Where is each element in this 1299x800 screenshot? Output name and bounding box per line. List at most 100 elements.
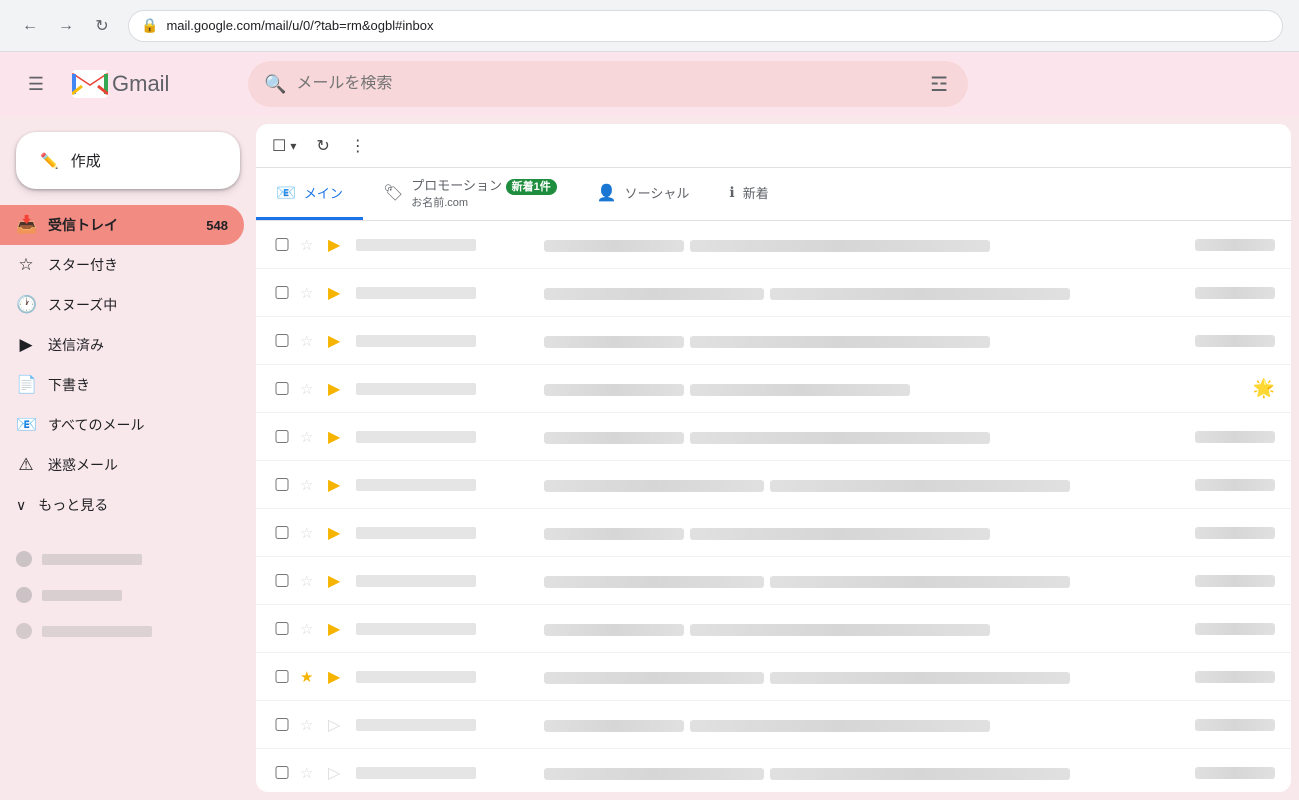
tab-social[interactable]: 👤 ソーシャル bbox=[577, 168, 710, 220]
star-button[interactable]: ☆ bbox=[300, 716, 320, 734]
sidebar-item-spam[interactable]: ⚠ 迷惑メール bbox=[0, 445, 244, 485]
important-marker: ▶ bbox=[328, 571, 348, 591]
star-button[interactable]: ☆ bbox=[300, 428, 320, 446]
email-checkbox[interactable] bbox=[272, 286, 292, 299]
inbox-label: 受信トレイ bbox=[48, 215, 194, 235]
email-body bbox=[544, 765, 1187, 780]
star-button[interactable]: ☆ bbox=[300, 620, 320, 638]
browser-chrome: ← → ↻ 🔒 mail.google.com/mail/u/0/?tab=rm… bbox=[0, 0, 1299, 52]
star-button[interactable]: ☆ bbox=[300, 236, 320, 254]
email-checkbox[interactable] bbox=[272, 574, 292, 587]
tab-main[interactable]: 📧 メイン bbox=[256, 168, 363, 220]
tab-promotions[interactable]: 🏷 プロモーション 新着1件 お名前.com bbox=[363, 168, 577, 220]
email-checkbox[interactable] bbox=[272, 430, 292, 443]
email-sender bbox=[356, 671, 536, 683]
important-marker: ▶ bbox=[328, 331, 348, 351]
snoozed-label: スヌーズ中 bbox=[48, 295, 228, 315]
email-checkbox[interactable] bbox=[272, 670, 292, 683]
refresh-icon: ↻ bbox=[316, 136, 329, 156]
refresh-button[interactable]: ↻ bbox=[308, 130, 337, 162]
email-checkbox[interactable] bbox=[272, 238, 292, 251]
email-sender bbox=[356, 575, 536, 587]
star-button[interactable]: ☆ bbox=[300, 764, 320, 782]
sidebar-item-starred[interactable]: ☆ スター付き bbox=[0, 245, 244, 285]
sidebar-item-all[interactable]: 📧 すべてのメール bbox=[0, 405, 244, 445]
email-meta bbox=[1195, 766, 1275, 780]
email-subject bbox=[544, 237, 684, 252]
tab-new[interactable]: ℹ 新着 bbox=[709, 168, 788, 220]
reload-button[interactable]: ↻ bbox=[88, 12, 116, 40]
label-row-1 bbox=[0, 541, 256, 577]
email-snippet bbox=[770, 285, 1070, 300]
email-emoji: 🌟 bbox=[1253, 378, 1275, 398]
select-all-button[interactable]: ☐ ▾ bbox=[264, 130, 304, 162]
email-row[interactable]: ☆ ▶ bbox=[256, 461, 1291, 509]
email-meta bbox=[1195, 526, 1275, 540]
email-row[interactable]: ☆ ▷ bbox=[256, 701, 1291, 749]
search-input[interactable] bbox=[296, 75, 916, 93]
compose-button[interactable]: ✏️ 作成 bbox=[16, 132, 240, 189]
email-checkbox[interactable] bbox=[272, 718, 292, 731]
email-subject bbox=[544, 765, 764, 780]
promo-tab-content: プロモーション 新着1件 お名前.com bbox=[411, 175, 557, 210]
email-row[interactable]: ☆ ▶ 🌟 bbox=[256, 365, 1291, 413]
email-snippet bbox=[690, 333, 990, 348]
star-button[interactable]: ☆ bbox=[300, 284, 320, 302]
search-icon: 🔍 bbox=[264, 74, 286, 95]
search-bar[interactable]: 🔍 ☲ bbox=[248, 61, 968, 107]
important-marker: ▶ bbox=[328, 379, 348, 399]
email-checkbox[interactable] bbox=[272, 526, 292, 539]
email-toolbar: ☐ ▾ ↻ ⋮ bbox=[256, 124, 1291, 168]
more-button[interactable]: ∨ もっと見る bbox=[0, 485, 256, 525]
email-row[interactable]: ☆ ▶ bbox=[256, 317, 1291, 365]
more-options-button[interactable]: ⋮ bbox=[342, 130, 374, 162]
chevron-down-icon: ∨ bbox=[16, 497, 26, 514]
email-snippet bbox=[690, 237, 990, 252]
gmail-logo: Gmail bbox=[72, 70, 232, 98]
address-bar[interactable]: 🔒 mail.google.com/mail/u/0/?tab=rm&ogbl#… bbox=[128, 10, 1283, 42]
sidebar-item-snoozed[interactable]: 🕐 スヌーズ中 bbox=[0, 285, 244, 325]
email-checkbox[interactable] bbox=[272, 478, 292, 491]
label-text-1 bbox=[42, 554, 142, 565]
compose-wrap: ✏️ 作成 bbox=[0, 124, 256, 205]
all-mail-label: すべてのメール bbox=[48, 415, 228, 435]
email-row[interactable]: ☆ ▶ bbox=[256, 509, 1291, 557]
sidebar-item-inbox[interactable]: 📥 受信トレイ 548 bbox=[0, 205, 244, 245]
important-marker: ▷ bbox=[328, 763, 348, 783]
snooze-icon: 🕐 bbox=[16, 295, 36, 315]
sidebar-item-drafts[interactable]: 📄 下書き bbox=[0, 365, 244, 405]
email-body bbox=[544, 477, 1187, 492]
email-checkbox[interactable] bbox=[272, 766, 292, 779]
label-color-2 bbox=[16, 587, 32, 603]
sidebar-item-sent[interactable]: ▶ 送信済み bbox=[0, 325, 244, 365]
star-button[interactable]: ☆ bbox=[300, 524, 320, 542]
email-body bbox=[544, 429, 1187, 444]
hamburger-button[interactable]: ☰ bbox=[16, 64, 56, 104]
email-subject bbox=[544, 573, 764, 588]
forward-button[interactable]: → bbox=[52, 12, 80, 40]
email-row[interactable]: ☆ ▶ bbox=[256, 605, 1291, 653]
email-row[interactable]: ☆ ▶ bbox=[256, 413, 1291, 461]
gmail-header: ☰ Gmail 🔍 ☲ bbox=[0, 52, 1299, 116]
email-subject bbox=[544, 429, 684, 444]
email-row[interactable]: ☆ ▶ bbox=[256, 557, 1291, 605]
email-checkbox[interactable] bbox=[272, 622, 292, 635]
email-row[interactable]: ☆ ▷ bbox=[256, 749, 1291, 792]
security-icon: 🔒 bbox=[141, 17, 158, 34]
email-row[interactable]: ☆ ▶ bbox=[256, 269, 1291, 317]
star-button[interactable]: ☆ bbox=[300, 572, 320, 590]
email-row[interactable]: ★ ▶ bbox=[256, 653, 1291, 701]
email-body bbox=[544, 717, 1187, 732]
email-row[interactable]: ☆ ▶ bbox=[256, 221, 1291, 269]
promo-badge: 新着1件 bbox=[506, 179, 557, 195]
search-filter-button[interactable]: ☲ bbox=[926, 68, 952, 101]
star-button[interactable]: ★ bbox=[300, 668, 320, 686]
back-button[interactable]: ← bbox=[16, 12, 44, 40]
email-snippet bbox=[690, 717, 990, 732]
star-button[interactable]: ☆ bbox=[300, 332, 320, 350]
email-checkbox[interactable] bbox=[272, 382, 292, 395]
star-button[interactable]: ☆ bbox=[300, 380, 320, 398]
email-checkbox[interactable] bbox=[272, 334, 292, 347]
star-button[interactable]: ☆ bbox=[300, 476, 320, 494]
social-tab-label: ソーシャル bbox=[625, 183, 690, 202]
